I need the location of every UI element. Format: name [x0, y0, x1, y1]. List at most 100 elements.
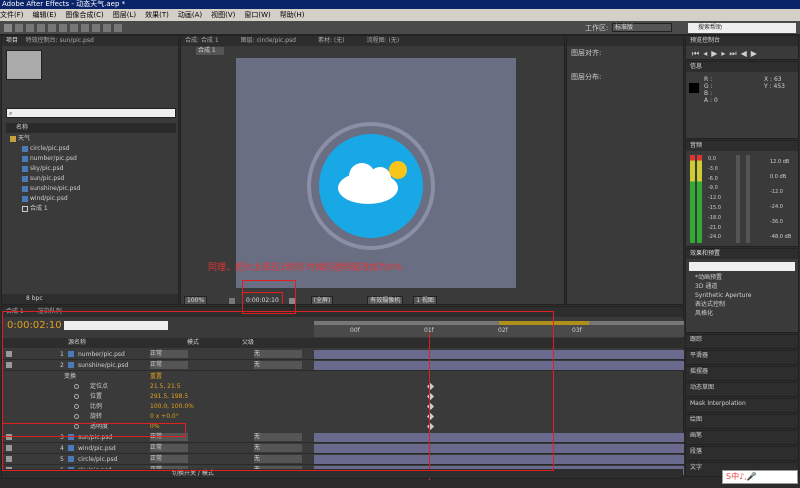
cloud-puff-2	[369, 167, 391, 189]
folder-label: 天气	[18, 135, 31, 142]
project-item[interactable]: sky/pic.psd	[6, 164, 176, 174]
audio-db-label: -24.0	[770, 204, 783, 210]
camera-select[interactable]: 有效摄像机	[367, 296, 404, 304]
audio-db-label: -12.0	[770, 189, 783, 195]
side-panel-tab-6[interactable]: 画笔	[685, 430, 799, 445]
viewer-tab-1[interactable]: 图层: circle/pic.psd	[241, 37, 296, 44]
psd-file-icon	[22, 195, 28, 202]
tab-effects-controls[interactable]: 特效控制台: sun/pic.psd	[26, 37, 94, 44]
project-item[interactable]: sun/pic.psd	[6, 174, 176, 184]
workspace-select[interactable]: 标准版	[612, 23, 672, 32]
viewer-tab-0[interactable]: 合成: 合成 1	[185, 37, 219, 44]
audio-level-label: -24.0	[708, 234, 721, 241]
pen-tool-icon[interactable]	[70, 24, 78, 32]
view-layout-select[interactable]: 1 视图	[413, 296, 437, 304]
side-panel-tab-7[interactable]: 段落	[685, 446, 799, 461]
audio-level-label: -12.0	[708, 195, 721, 202]
align-panel: 图层对齐: 图层分布:	[566, 35, 684, 305]
effects-category[interactable]: Synthetic Aperture	[689, 291, 797, 300]
audio-slider-right[interactable]	[746, 155, 750, 243]
hand-tool-icon[interactable]	[15, 24, 23, 32]
side-panel-tab-1[interactable]: 平滑器	[685, 350, 799, 365]
resolution-select[interactable]: (全屏)	[310, 296, 334, 304]
comp-label: 合成 1	[30, 205, 48, 212]
menu-item-0[interactable]: 文件(F)	[0, 11, 24, 19]
weather-illustration	[307, 122, 435, 250]
menu-item-6[interactable]: 视图(V)	[211, 11, 235, 19]
menu-item-1[interactable]: 编辑(E)	[33, 11, 57, 19]
viewer-tabbar: 合成: 合成 1 图层: circle/pic.psd 素材: (无) 流程图: (无…	[181, 36, 564, 46]
audio-level-label: 0.0	[708, 156, 716, 162]
comp-row[interactable]: 合成 1	[6, 204, 176, 214]
side-panel-tab-4[interactable]: Mask Interpolation	[685, 398, 799, 413]
side-panel-tab-2[interactable]: 摇摆器	[685, 366, 799, 381]
preview-panel: 预览控制台 ⏮◂▶▸⏭◀▶	[685, 35, 799, 60]
menu-item-7[interactable]: 窗口(W)	[244, 11, 270, 19]
effects-category[interactable]: 风格化	[689, 309, 797, 318]
psd-file-icon	[22, 175, 28, 182]
text-tool-icon[interactable]	[81, 24, 89, 32]
tab-preview[interactable]: 预览控制台	[690, 37, 720, 44]
brush-tool-icon[interactable]	[92, 24, 100, 32]
effects-search-input[interactable]	[689, 262, 795, 271]
project-item[interactable]: circle/pic.psd	[6, 144, 176, 154]
viewer-tab-2[interactable]: 素材: (无)	[318, 37, 345, 44]
project-search-input[interactable]: ⌕	[6, 108, 176, 118]
effects-category[interactable]: 表达式控制	[689, 300, 797, 309]
tab-project[interactable]: 项目	[6, 37, 18, 44]
effects-tabbar: 效果和预置	[686, 249, 798, 259]
menu-item-4[interactable]: 效果(T)	[145, 11, 169, 19]
bpc-label[interactable]: 8 bpc	[26, 295, 43, 302]
workspace-label: 工作区:	[585, 24, 609, 32]
info-x: X : 63	[764, 76, 782, 83]
folder-row[interactable]: 天气	[6, 134, 176, 144]
audio-level-label: -21.0	[708, 224, 721, 231]
side-panel-tab-0[interactable]: 跟踪	[685, 334, 799, 349]
effects-category[interactable]: *动画预置	[689, 273, 797, 282]
project-item-label: wind/pic.psd	[30, 195, 68, 202]
camera-tool-icon[interactable]	[48, 24, 56, 32]
eraser-tool-icon[interactable]	[114, 24, 122, 32]
tab-info[interactable]: 信息	[690, 63, 702, 70]
side-panel-tab-5[interactable]: 绘图	[685, 414, 799, 429]
project-item[interactable]: sunshine/pic.psd	[6, 184, 176, 194]
composition-icon	[22, 205, 28, 212]
ime-status-bar[interactable]: S中♪,🎤	[722, 470, 798, 484]
tab-effects-presets[interactable]: 效果和预置	[690, 250, 720, 257]
audio-slider-left[interactable]	[736, 155, 740, 243]
composition-viewer: 合成: 合成 1 图层: circle/pic.psd 素材: (无) 流程图: (无…	[180, 35, 565, 305]
viewer-tab-3[interactable]: 流程图: (无)	[367, 37, 400, 44]
zoom-select[interactable]: 100%	[184, 296, 208, 304]
project-item-label: sky/pic.psd	[30, 165, 64, 172]
selection-tool-icon[interactable]	[4, 24, 12, 32]
side-panel-tab-3[interactable]: 动态草图	[685, 382, 799, 397]
viewer-time-highlight-box	[242, 280, 296, 314]
stamp-tool-icon[interactable]	[103, 24, 111, 32]
project-item[interactable]: number/pic.psd	[6, 154, 176, 164]
menu-item-8[interactable]: 帮助(H)	[280, 11, 305, 19]
project-item-label: sunshine/pic.psd	[30, 185, 81, 192]
viewer-footer: 100% 0:00:02:10 (全屏) 有效摄像机 1 视图	[181, 292, 564, 304]
project-item[interactable]: wind/pic.psd	[6, 194, 176, 204]
menu-item-2[interactable]: 图像合成(C)	[65, 11, 103, 19]
audio-level-scale: 0.0 -3.0 -6.0 -9.0 -12.0 -15.0 -18.0 -21.0 -24.0	[708, 155, 721, 243]
project-panel: 项目 特效控制台: sun/pic.psd ⌕ 名称 天气 circle/pic…	[1, 35, 179, 305]
psd-file-icon	[22, 165, 28, 172]
pan-tool-icon[interactable]	[59, 24, 67, 32]
rotate-tool-icon[interactable]	[37, 24, 45, 32]
comp-tag[interactable]: 合成 1	[196, 47, 224, 55]
menu-item-5[interactable]: 动画(A)	[178, 11, 202, 19]
audio-db-label: 0.0 dB	[770, 174, 787, 180]
project-tabbar: 项目 特效控制台: sun/pic.psd	[2, 36, 178, 46]
zoom-tool-icon[interactable]	[26, 24, 34, 32]
playback-controls[interactable]: ⏮◂▶▸⏭◀▶	[692, 49, 761, 59]
info-r: R :	[704, 76, 713, 83]
menu-item-3[interactable]: 图层(L)	[113, 11, 136, 19]
psd-file-icon	[22, 145, 28, 152]
snapshot-icon[interactable]	[229, 297, 236, 304]
effects-category[interactable]: 3D 通道	[689, 282, 797, 291]
tab-audio[interactable]: 音频	[690, 142, 702, 149]
audio-level-label: -18.0	[708, 214, 721, 221]
toolbar: 工作区: 标准版 搜索帮助	[0, 21, 800, 35]
help-search-input[interactable]: 搜索帮助	[688, 23, 796, 33]
